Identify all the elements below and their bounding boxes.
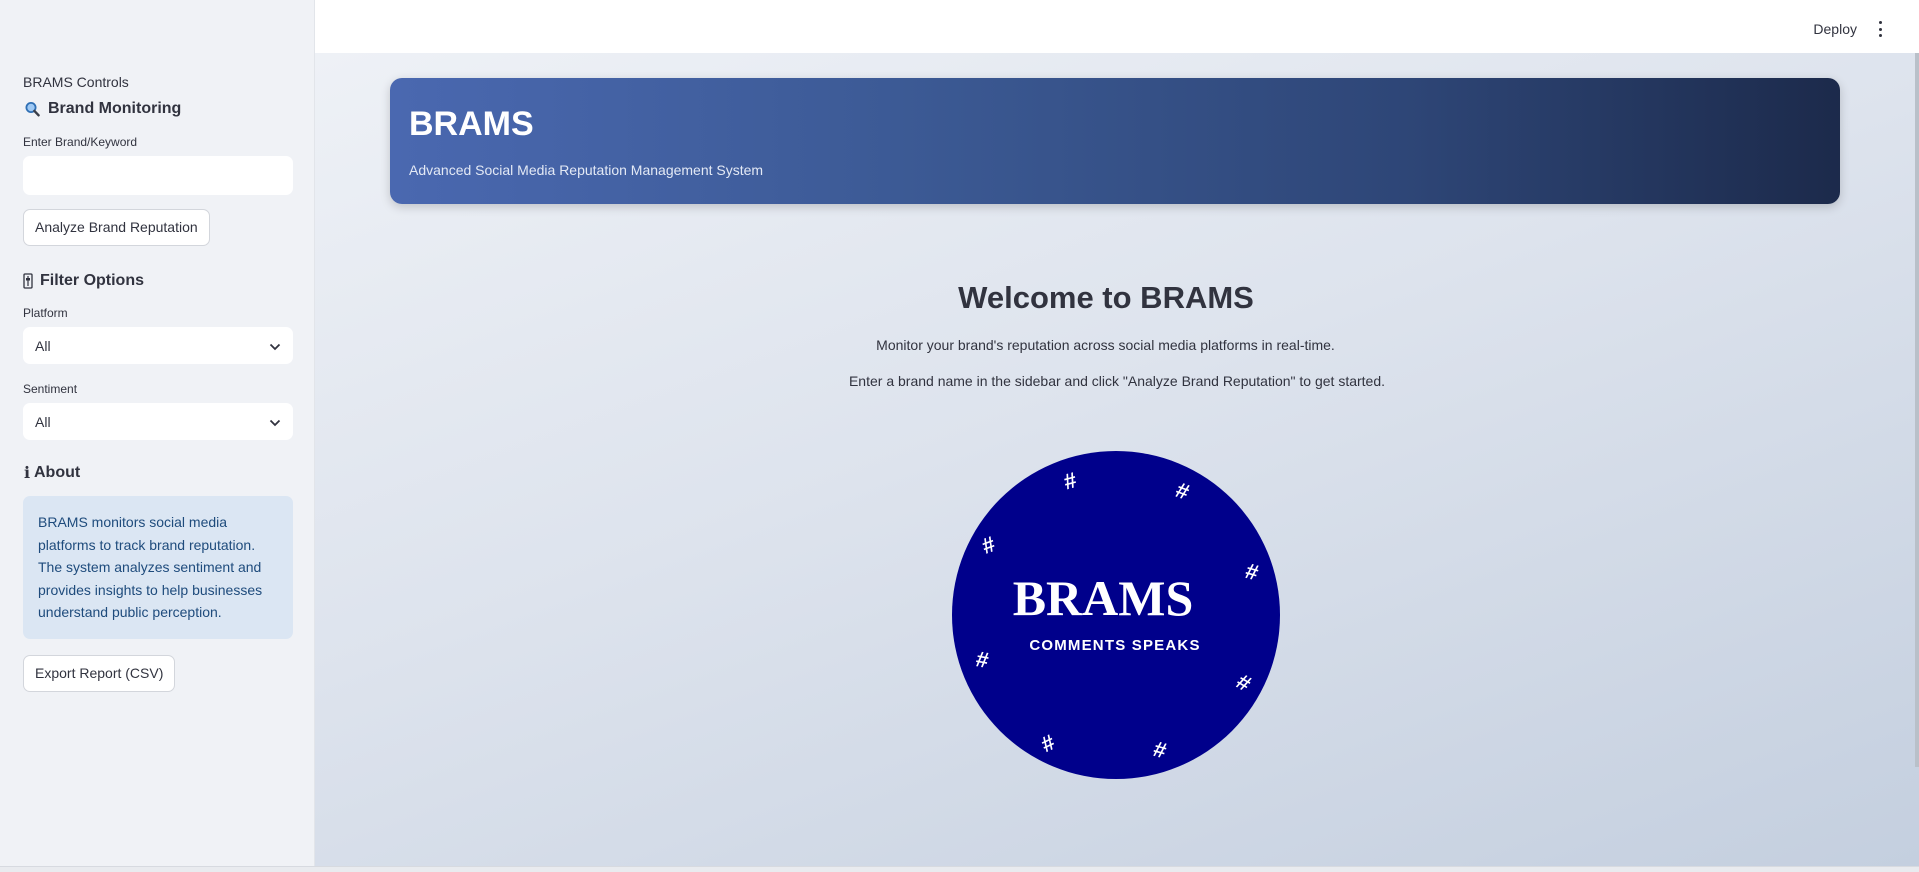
magnifier-icon bbox=[23, 100, 41, 118]
about-info-box: BRAMS monitors social media platforms to… bbox=[23, 496, 293, 639]
welcome-line-2: Enter a brand name in the sidebar and cl… bbox=[848, 373, 1386, 389]
sidebar-caption: BRAMS Controls bbox=[23, 74, 129, 90]
keyword-input[interactable] bbox=[23, 156, 293, 195]
sentiment-select-value: All bbox=[35, 413, 51, 430]
logo-title: BRAMS bbox=[1013, 570, 1194, 626]
hero-subtitle: Advanced Social Media Reputation Managem… bbox=[409, 162, 764, 178]
brand-monitoring-heading: Brand Monitoring bbox=[23, 100, 291, 118]
hero-banner: BRAMS Advanced Social Media Reputation M… bbox=[390, 78, 1840, 204]
keyword-label: Enter Brand/Keyword bbox=[23, 135, 138, 149]
welcome-line-1: Monitor your brand's reputation across s… bbox=[876, 337, 1335, 353]
hero-title: BRAMS bbox=[409, 105, 534, 143]
filter-options-heading: Filter Options bbox=[23, 272, 291, 290]
about-heading: ℹ About bbox=[23, 464, 291, 482]
export-report-button[interactable]: Export Report (CSV) bbox=[23, 654, 176, 692]
filter-options-title: Filter Options bbox=[40, 272, 144, 289]
brand-monitoring-title: Brand Monitoring bbox=[48, 100, 182, 117]
info-icon: ℹ bbox=[23, 465, 31, 482]
scrollbar[interactable] bbox=[1915, 53, 1919, 767]
analyze-brand-button[interactable]: Analyze Brand Reputation bbox=[23, 209, 210, 246]
platform-label: Platform bbox=[23, 306, 68, 320]
sentiment-select[interactable]: All bbox=[23, 403, 293, 440]
sentiment-label: Sentiment bbox=[23, 382, 78, 396]
bottom-bar bbox=[0, 866, 1919, 872]
chevron-down-icon bbox=[269, 338, 281, 354]
welcome-section: Welcome to BRAMS Monitor your brand's re… bbox=[315, 280, 1919, 389]
logo-tagline: COMMENTS SPEAKS bbox=[1029, 637, 1200, 654]
top-toolbar: Deploy bbox=[315, 0, 1919, 53]
platform-select[interactable]: All bbox=[23, 327, 293, 364]
filter-icon bbox=[23, 272, 33, 290]
deploy-button[interactable]: Deploy bbox=[1813, 21, 1857, 37]
about-title: About bbox=[34, 464, 81, 481]
platform-select-value: All bbox=[35, 337, 51, 354]
kebab-menu-icon[interactable] bbox=[1874, 21, 1886, 37]
brams-logo: # # # # # # # # BRAMS COMMENTS SPEAKS bbox=[952, 451, 1280, 779]
welcome-title: Welcome to BRAMS bbox=[958, 280, 1254, 315]
chevron-down-icon bbox=[269, 414, 281, 430]
sidebar: BRAMS Controls Brand Monitoring Enter Br… bbox=[0, 0, 315, 866]
